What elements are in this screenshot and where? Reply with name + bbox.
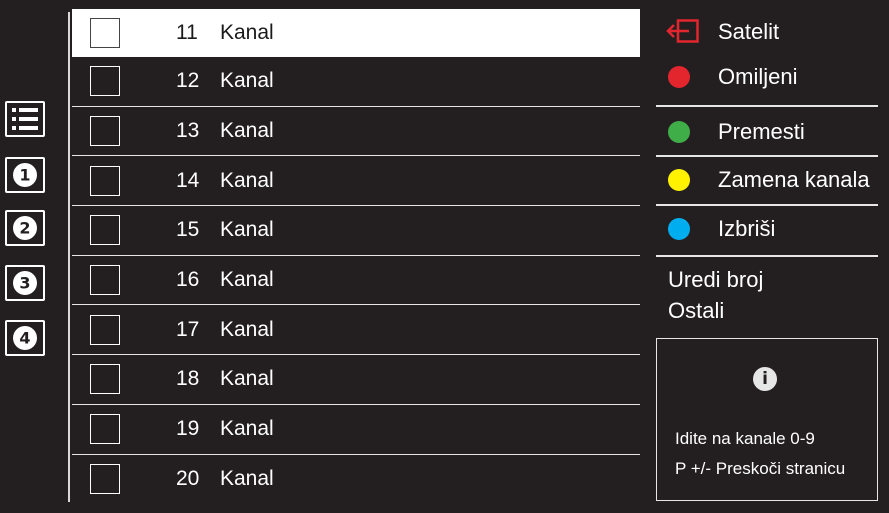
channel-number: 15: [176, 218, 200, 242]
blue-button-icon: [668, 218, 690, 240]
channel-name: Kanal: [220, 168, 274, 192]
sidebar: 1 2 3 4: [0, 0, 60, 513]
channel-checkbox[interactable]: [90, 165, 120, 196]
menu-item-swap[interactable]: Zamena kanala: [656, 156, 889, 204]
channel-name: Kanal: [220, 69, 274, 93]
number-3-icon[interactable]: 3: [5, 265, 45, 301]
channel-row[interactable]: 14 Kanal: [72, 156, 640, 207]
channel-number: 19: [176, 417, 200, 441]
color-actions-3: Izbriši: [656, 205, 889, 253]
channel-checkbox[interactable]: [90, 215, 120, 246]
channel-name: Kanal: [220, 119, 274, 143]
info-icon: i: [753, 367, 777, 391]
channel-name: Kanal: [220, 467, 274, 491]
channel-checkbox[interactable]: [90, 364, 120, 395]
number-2-label: 2: [19, 219, 30, 238]
menu-label-swap: Zamena kanala: [718, 167, 870, 192]
channel-name: Kanal: [220, 218, 274, 242]
channel-checkbox[interactable]: [90, 414, 120, 445]
channel-checkbox[interactable]: [90, 265, 120, 296]
channel-name: Kanal: [220, 268, 274, 292]
channel-name: Kanal: [220, 367, 274, 391]
menu-label-delete: Izbriši: [718, 216, 776, 241]
menu-item-delete[interactable]: Izbriši: [656, 205, 889, 253]
info-panel: i Idite na kanale 0-9 P +/- Preskoči str…: [656, 338, 878, 501]
number-2-icon[interactable]: 2: [5, 210, 45, 246]
menu-label-source: Satelit: [718, 18, 780, 44]
channel-row[interactable]: 20 Kanal: [72, 455, 640, 505]
menu-item-favorites[interactable]: Omiljeni: [656, 54, 889, 99]
options-menu: Satelit Omiljeni: [656, 9, 889, 99]
channel-checkbox[interactable]: [90, 314, 120, 345]
menu-label-move: Premesti: [718, 119, 805, 144]
yellow-button-icon: [668, 169, 690, 191]
channel-name: Kanal: [220, 417, 274, 441]
channel-name: Kanal: [220, 317, 274, 341]
color-actions: Premesti: [656, 108, 889, 156]
menu-divider: [656, 105, 878, 107]
menu-item-others[interactable]: Ostali: [668, 298, 724, 324]
menu-item-source[interactable]: Satelit: [656, 9, 889, 54]
channel-number: 20: [176, 467, 200, 491]
channel-row[interactable]: 19 Kanal: [72, 405, 640, 455]
channel-row[interactable]: 11 Kanal: [72, 9, 640, 57]
menu-label-favorites: Omiljeni: [718, 63, 798, 89]
info-hint-page: P +/- Preskoči stranicu: [675, 459, 846, 478]
source-input-icon: [665, 19, 699, 48]
channel-number: 12: [176, 69, 200, 93]
channel-number: 13: [176, 119, 200, 143]
channel-checkbox[interactable]: [90, 464, 120, 495]
channel-number: 16: [176, 268, 200, 292]
info-hint-numbers: Idite na kanale 0-9: [675, 429, 815, 448]
red-button-icon: [668, 65, 690, 88]
number-1-label: 1: [19, 166, 30, 185]
sidebar-divider: [68, 12, 70, 502]
channel-list: 11 Kanal 12 Kanal 13 Kanal 14 Kanal 15 K…: [72, 9, 640, 504]
number-1-icon[interactable]: 1: [5, 157, 45, 193]
channel-row[interactable]: 15 Kanal: [72, 206, 640, 256]
number-3-label: 3: [19, 274, 30, 293]
menu-item-edit-number[interactable]: Uredi broj: [668, 267, 763, 293]
channel-name: Kanal: [220, 21, 274, 44]
channel-number: 17: [176, 317, 200, 341]
list-icon[interactable]: [5, 101, 45, 137]
menu-item-move[interactable]: Premesti: [656, 108, 889, 156]
channel-checkbox[interactable]: [90, 18, 120, 48]
channel-row[interactable]: 13 Kanal: [72, 107, 640, 157]
channel-row[interactable]: 12 Kanal: [72, 57, 640, 107]
channel-number: 14: [176, 168, 200, 192]
number-4-icon[interactable]: 4: [5, 320, 45, 356]
green-button-icon: [668, 121, 690, 143]
menu-divider: [656, 255, 878, 257]
channel-checkbox[interactable]: [90, 66, 120, 97]
channel-row[interactable]: 17 Kanal: [72, 305, 640, 356]
color-actions-2: Zamena kanala: [656, 156, 889, 204]
channel-number: 18: [176, 367, 200, 391]
channel-number: 11: [176, 21, 198, 44]
channel-row[interactable]: 18 Kanal: [72, 355, 640, 405]
channel-checkbox[interactable]: [90, 116, 120, 147]
number-4-label: 4: [19, 329, 30, 348]
channel-row[interactable]: 16 Kanal: [72, 256, 640, 306]
